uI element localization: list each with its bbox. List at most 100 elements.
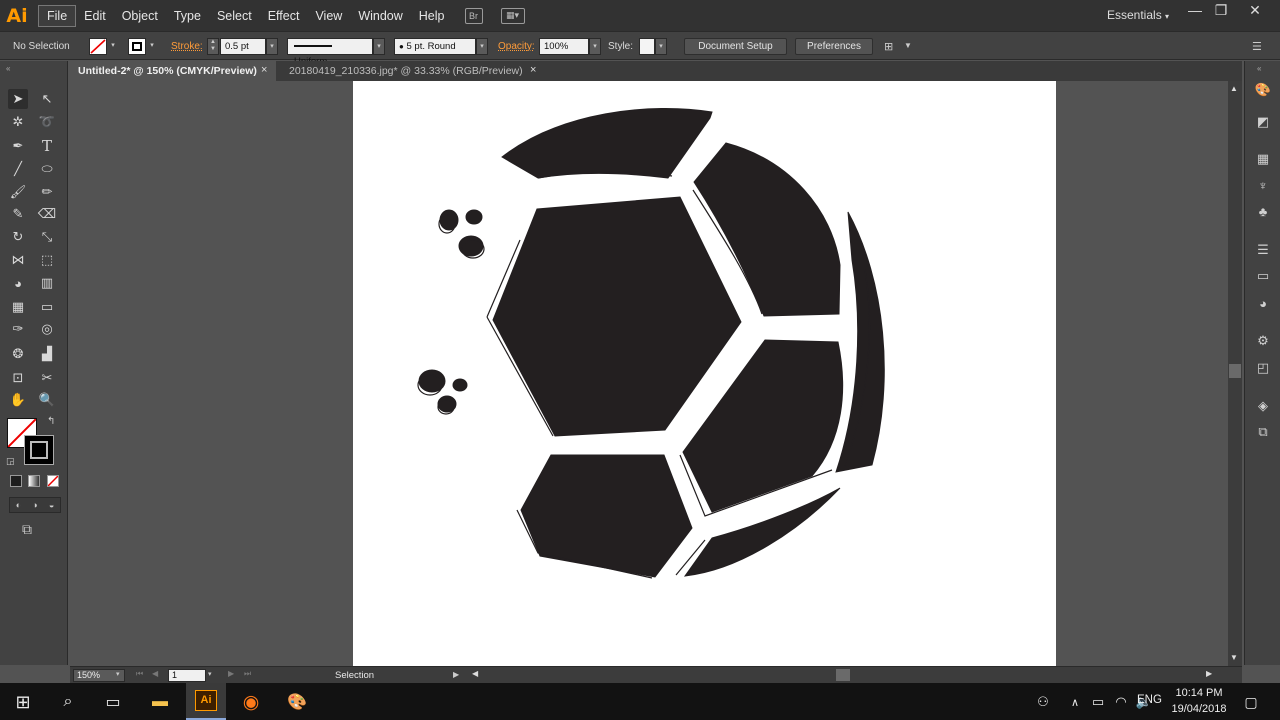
people-icon[interactable]: ⚇ <box>1030 689 1056 715</box>
column-graph-tool-icon[interactable]: ▟ <box>37 344 57 364</box>
scroll-thumb[interactable] <box>1229 364 1241 378</box>
swatches-panel-icon[interactable]: ▦ <box>1254 150 1272 168</box>
bottom-left-panel[interactable] <box>520 454 693 578</box>
rotate-tool-icon[interactable]: ↻ <box>8 227 28 247</box>
free-transform-tool-icon[interactable]: ⬚ <box>37 250 57 270</box>
file-explorer-icon[interactable]: ▬ <box>147 689 173 715</box>
collapse-toolbar-icon[interactable]: « <box>6 64 10 73</box>
status-menu-icon[interactable]: ▶ <box>453 670 459 679</box>
default-fill-stroke-icon[interactable]: ◲ <box>6 456 15 467</box>
stroke-label[interactable]: Stroke: <box>171 41 203 52</box>
opacity-dropdown[interactable]: ▾ <box>589 38 601 55</box>
graphic-style-swatch[interactable] <box>639 38 655 55</box>
previous-artboard-icon[interactable]: ◀ <box>152 669 158 678</box>
artboard-dropdown-icon[interactable]: ▾ <box>208 670 212 678</box>
dot[interactable] <box>439 209 459 231</box>
horizontal-scrollbar[interactable]: ◀ ▶ <box>470 668 1220 682</box>
menu-file[interactable]: File <box>38 4 77 27</box>
dot[interactable] <box>452 378 468 392</box>
restore-button[interactable]: ❐ <box>1206 2 1236 20</box>
transparency-panel-icon[interactable]: ◕ <box>1254 294 1272 312</box>
arrange-dropdown-icon[interactable]: ▼ <box>904 41 912 50</box>
lasso-tool-icon[interactable]: ➰ <box>37 112 57 132</box>
menu-select[interactable]: Select <box>209 6 260 26</box>
direct-selection-tool-icon[interactable]: ↖ <box>37 89 57 109</box>
magic-wand-tool-icon[interactable]: ✲ <box>8 112 28 132</box>
layers-panel-icon[interactable]: ◈ <box>1254 397 1272 415</box>
soccer-ball-artwork[interactable] <box>353 81 1056 666</box>
graphic-styles-panel-icon[interactable]: ◰ <box>1254 359 1272 377</box>
eraser-tool-icon[interactable]: ⌫ <box>37 204 57 224</box>
first-artboard-icon[interactable]: ⏮ <box>136 669 143 679</box>
blend-tool-icon[interactable]: ◎ <box>37 319 57 339</box>
windows-start-icon[interactable]: ⊞ <box>10 689 36 715</box>
zoom-tool-icon[interactable]: 🔍 <box>37 390 57 410</box>
blob-brush-tool-icon[interactable]: ✎ <box>8 204 28 224</box>
gradient-mode-icon[interactable] <box>28 475 40 487</box>
fill-dropdown[interactable]: ▾ <box>107 38 119 55</box>
stroke-color-box[interactable] <box>24 435 54 465</box>
bridge-icon[interactable]: Br <box>464 7 483 24</box>
scroll-up-icon[interactable]: ▲ <box>1230 84 1238 93</box>
next-artboard-icon[interactable]: ▶ <box>228 669 234 678</box>
menu-effect[interactable]: Effect <box>260 6 308 26</box>
variable-width-profile[interactable]: Uniform <box>287 38 373 67</box>
swap-fill-stroke-icon[interactable]: ↰ <box>47 416 55 427</box>
workspace-switcher[interactable]: Essentials ▾ <box>1107 8 1169 22</box>
style-dropdown[interactable]: ▾ <box>655 38 667 55</box>
pencil-tool-icon[interactable]: ✏ <box>37 182 57 202</box>
opacity-input[interactable]: 100% <box>539 38 589 55</box>
vertical-scrollbar[interactable]: ▲ ▼ <box>1228 81 1242 666</box>
eyedropper-tool-icon[interactable]: ✑ <box>8 319 28 339</box>
width-tool-icon[interactable]: ⋈ <box>8 250 28 270</box>
gradient-panel-icon[interactable]: ▭ <box>1254 267 1272 285</box>
pen-tool-icon[interactable]: ✒ <box>8 136 28 156</box>
gradient-tool-icon[interactable]: ▭ <box>37 297 57 317</box>
tab-untitled-2[interactable]: Untitled-2* @ 150% (CMYK/Preview) <box>70 61 276 81</box>
menu-edit[interactable]: Edit <box>76 6 114 26</box>
none-mode-icon[interactable] <box>47 475 59 487</box>
mesh-tool-icon[interactable]: ▦ <box>8 297 28 317</box>
top-panel[interactable] <box>501 107 713 179</box>
color-mode-icon[interactable] <box>10 475 22 487</box>
stroke-dropdown[interactable]: ▾ <box>146 38 158 55</box>
firefox-icon[interactable]: ◉ <box>238 689 264 715</box>
slice-tool-icon[interactable]: ✂ <box>37 368 57 388</box>
scroll-down-icon[interactable]: ▼ <box>1230 653 1238 662</box>
document-setup-button[interactable]: Document Setup <box>684 38 787 55</box>
dot[interactable] <box>465 209 483 225</box>
close-window-button[interactable]: ✕ <box>1240 2 1270 20</box>
draw-behind-icon[interactable]: ◑ <box>32 500 37 510</box>
taskbar-illustrator-button[interactable]: Ai <box>186 683 226 720</box>
menu-window[interactable]: Window <box>350 6 410 26</box>
color-panel-icon[interactable]: 🎨 <box>1254 81 1272 99</box>
arrange-icon[interactable]: ⊞ <box>884 40 893 53</box>
symbol-sprayer-tool-icon[interactable]: ❂ <box>8 344 28 364</box>
scroll-left-icon[interactable]: ◀ <box>472 669 478 678</box>
perspective-grid-tool-icon[interactable]: ▥ <box>37 273 57 293</box>
ellipse-tool-icon[interactable]: ⬭ <box>37 159 57 179</box>
artboard[interactable] <box>353 81 1056 666</box>
expand-panels-icon[interactable]: « <box>1257 64 1261 73</box>
type-tool-icon[interactable]: T <box>37 136 57 156</box>
menu-view[interactable]: View <box>307 6 350 26</box>
drawing-modes[interactable]: ◐ ◑ ◒ <box>9 497 61 513</box>
artboard-tool-icon[interactable]: ⊡ <box>8 368 28 388</box>
search-icon[interactable]: ⌕ <box>55 689 81 715</box>
scroll-right-icon[interactable]: ▶ <box>1206 669 1212 678</box>
brushes-panel-icon[interactable]: ♆ <box>1254 176 1272 194</box>
stroke-weight-dropdown[interactable]: ▾ <box>266 38 278 55</box>
screen-mode-icon[interactable]: ⧉ <box>22 521 32 538</box>
close-tab-icon[interactable]: × <box>261 64 267 76</box>
selection-tool-icon[interactable]: ➤ <box>8 89 28 109</box>
draw-inside-icon[interactable]: ◒ <box>49 500 54 510</box>
brush-definition[interactable]: ● 5 pt. Round <box>394 38 476 55</box>
opacity-label[interactable]: Opacity: <box>498 41 535 52</box>
panel-menu-icon[interactable]: ☰ <box>1252 40 1262 53</box>
tab-jpg-document[interactable]: 20180419_210336.jpg* @ 33.33% (RGB/Previ… <box>281 61 541 81</box>
language-indicator[interactable]: ENG <box>1137 694 1162 706</box>
symbols-panel-icon[interactable]: ♣ <box>1254 202 1272 220</box>
h-scroll-thumb[interactable] <box>836 669 850 681</box>
clock-date[interactable]: 19/04/2018 <box>1166 703 1232 715</box>
paintbrush-tool-icon[interactable]: 🖌 <box>8 182 28 202</box>
